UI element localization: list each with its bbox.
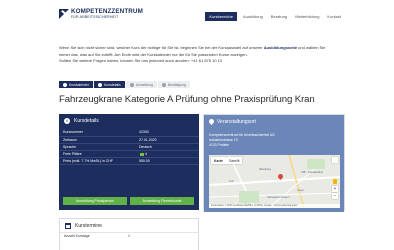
address: Kompetenzzentrum für Arbeitssicherheit A… — [209, 133, 275, 147]
step-dot-icon — [129, 82, 134, 87]
step-dot-icon — [97, 82, 102, 87]
location-heading: Veranstaltungsort — [217, 118, 256, 125]
register-private-button[interactable]: Anmeldung Privatperson — [63, 197, 127, 205]
nav-item-kursbereiche[interactable]: Kursbereiche — [205, 12, 237, 21]
street-view-icon[interactable] — [333, 179, 337, 184]
calendar-icon — [65, 222, 71, 229]
dates-heading: Kurstermine — [75, 222, 102, 229]
nav-item-weiterbildung[interactable]: Weiterbildung — [293, 12, 321, 21]
map-tab-satellit[interactable]: Satellit — [226, 157, 243, 164]
table-row: Kursnummer 42393 — [59, 129, 199, 137]
embedded-map[interactable]: Karte Satellit + − KIB - Kanalisation We… — [209, 155, 340, 208]
table-row: Preis (exkl. 7.7% MwSt.) in CHF 550.00 — [59, 157, 199, 166]
map-label: Schweizer Reisen — [267, 195, 290, 199]
site-header: KOMPETENZZENTRUM FÜR ARBEITSSICHERHEIT K… — [47, 0, 355, 33]
logo[interactable]: KOMPETENZZENTRUM FÜR ARBEITSSICHERHEIT — [59, 8, 143, 20]
map-tab-karte[interactable]: Karte — [211, 157, 226, 164]
map-label: Coop — [297, 188, 304, 192]
page-title: Fahrzeugkrane Kategorie A Prüfung ohne P… — [59, 94, 315, 105]
seats-icon — [140, 152, 144, 156]
zoom-in-button[interactable]: + — [332, 186, 338, 192]
ausbildungsseite-link[interactable]: Ausbildungsseite — [264, 45, 297, 50]
map-attribution: Kartendaten © 2020 GeoBasis-DE/BKG (©200… — [209, 204, 340, 208]
details-table: Kursnummer 42393 Zeitraum 27.01.2020 Sprac… — [59, 129, 199, 166]
location-pin-icon — [209, 119, 214, 125]
register-company-button[interactable]: Anmeldung Firmenkunde — [130, 197, 194, 205]
table-row: Zeitraum 27.01.2020 — [59, 136, 199, 144]
nav-item-beratung[interactable]: Beratung — [269, 12, 289, 21]
nav-item-ausbildung[interactable]: Ausbildung — [241, 12, 265, 21]
logo-subtitle: FÜR ARBEITSSICHERHEIT — [71, 15, 119, 20]
step-kursdetails: Kursdetails — [93, 81, 125, 88]
fullscreen-icon[interactable] — [332, 157, 338, 163]
page: KOMPETENZZENTRUM FÜR ARBEITSSICHERHEIT K… — [47, 0, 355, 250]
table-row: Sprache Deutsch — [59, 143, 199, 152]
step-kurskalender[interactable]: Kurskalender — [59, 81, 93, 88]
location-card: Veranstaltungsort Kompetenzzentrum für A… — [203, 114, 345, 212]
table-row: Freie Plätze 4 — [59, 150, 199, 159]
intro-text: Wenn Sie sich nicht sicher sind, welcher… — [59, 45, 326, 63]
course-details-card: i Kursdetails Kursnummer 42393 Zeitraum 27… — [59, 114, 199, 210]
main-nav: Kursbereiche Ausbildung Beratung Weiterb… — [205, 12, 343, 21]
map-type-tabs: Karte Satellit — [211, 157, 243, 164]
map-label: KIB - Kanalisation — [301, 170, 324, 174]
map-marker-icon[interactable] — [278, 174, 283, 180]
step-dot-icon — [63, 82, 67, 87]
course-dates-card: Kurstermine Anzahl Kurstage 1 — [59, 218, 199, 250]
step-bestaetigung: Bestätigung — [157, 81, 190, 88]
progress-steps: Kurskalender Kursdetails Anmeldung Bestä… — [59, 81, 191, 88]
map-label: Lidl — [229, 179, 234, 183]
table-row: Anzahl Kurstage 1 — [60, 232, 198, 239]
info-icon: i — [64, 117, 70, 124]
step-anmeldung: Anmeldung — [125, 81, 157, 88]
details-heading: Kursdetails — [74, 117, 99, 124]
map-label: Weinberg — [259, 167, 271, 171]
nav-item-kontakt[interactable]: Kontakt — [325, 12, 343, 21]
zoom-out-button[interactable]: − — [332, 193, 338, 199]
logo-mark-icon — [59, 9, 69, 20]
step-dot-icon — [161, 82, 166, 87]
